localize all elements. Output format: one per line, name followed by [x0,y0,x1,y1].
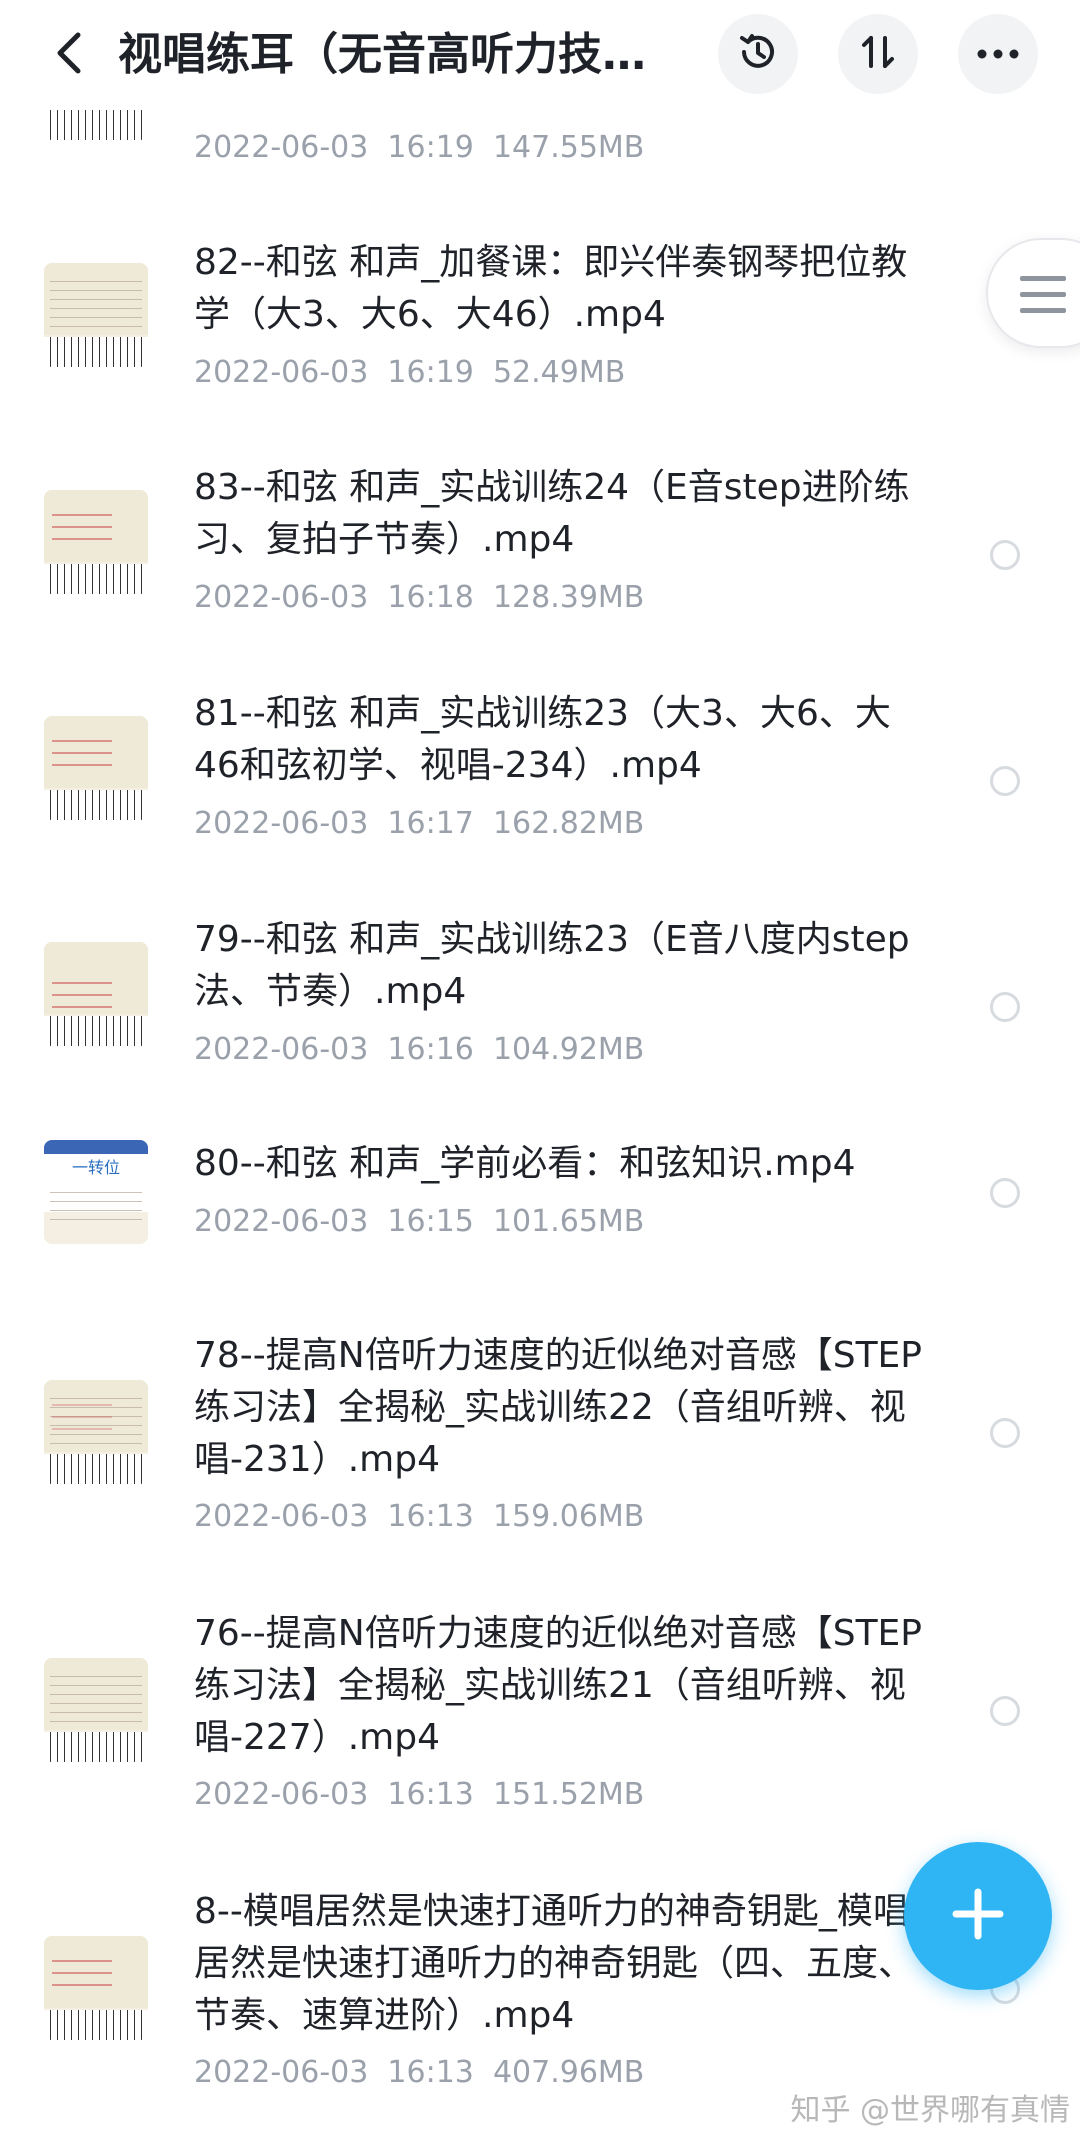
list-item[interactable]: 81--和弦 和声_实战训练23（大3、大6、大46和弦初学、视唱-234）.m… [0,666,1080,881]
file-meta: 2022-06-03 16:16 104.92MB [194,1032,645,1067]
file-meta: 2022-06-03 16:13 151.52MB [194,1777,645,1812]
sort-button[interactable] [838,14,918,94]
video-thumbnail: 一转位 [44,1140,148,1244]
more-button[interactable] [958,14,1038,94]
add-button[interactable] [904,1842,1052,1990]
file-meta: 2022-06-03 16:13 159.06MB [194,1499,645,1534]
top-bar: 视唱练耳（无音高听力技… [0,0,1080,110]
file-meta: 2022-06-03 16:19 147.55MB [194,130,645,165]
video-thumbnail [44,716,148,820]
more-icon [976,45,1020,64]
select-radio[interactable] [990,1178,1020,1208]
file-meta: 2022-06-03 16:19 52.49MB [194,355,626,390]
list-item[interactable]: 79--和弦 和声_实战训练23（E音八度内step法、节奏）.mp4 2022… [0,892,1080,1107]
sort-icon [858,32,898,76]
file-name: 8--模唱居然是快速打通听力的神奇钥匙_模唱居然是快速打通听力的神奇钥匙（四、五… [194,1891,915,2036]
file-meta: 2022-06-03 16:13 407.96MB [194,2055,645,2090]
file-name: 76--提高N倍听力速度的近似绝对音感【STEP练习法】全揭秘_实战训练21（音… [194,1613,923,1758]
file-name: 83--和弦 和声_实战训练24（E音step进阶练习、复拍子节奏）.mp4 [194,467,910,560]
video-thumbnail [44,1658,148,1762]
file-name: 79--和弦 和声_实战训练23（E音八度内step法、节奏）.mp4 [194,919,910,1012]
video-thumbnail [44,1936,148,2040]
thumbnail-label: 一转位 [71,1158,120,1177]
file-name: 78--提高N倍听力速度的近似绝对音感【STEP练习法】全揭秘_实战训练22（音… [194,1335,923,1480]
file-meta: 2022-06-03 16:15 101.65MB [194,1204,645,1239]
file-meta: 2022-06-03 16:17 162.82MB [194,806,645,841]
select-radio[interactable] [990,1418,1020,1448]
list-item[interactable]: 78--提高N倍听力速度的近似绝对音感【STEP练习法】全揭秘_实战训练22（音… [0,1310,1080,1580]
file-name: 81--和弦 和声_实战训练23（大3、大6、大46和弦初学、视唱-234）.m… [194,693,891,786]
file-meta: 2022-06-03 16:18 128.39MB [194,580,645,615]
video-thumbnail [44,1380,148,1484]
select-radio[interactable] [990,992,1020,1022]
chevron-left-icon [54,31,82,79]
file-list: 2022-06-03 16:19 147.55MB 82--和弦 和声_加餐课：… [0,0,1080,2153]
video-thumbnail [44,490,148,594]
select-radio[interactable] [990,766,1020,796]
file-name: 82--和弦 和声_加餐课：即兴伴奏钢琴把位教学（大3、大6、大46）.mp4 [194,242,908,335]
history-icon [736,30,780,78]
select-radio[interactable] [990,1696,1020,1726]
page-title: 视唱练耳（无音高听力技… [118,29,646,80]
select-radio[interactable] [990,540,1020,570]
plus-icon [948,1884,1008,1948]
back-button[interactable] [38,22,98,88]
video-thumbnail [44,942,148,1046]
list-item[interactable]: 82--和弦 和声_加餐课：即兴伴奏钢琴把位教学（大3、大6、大46）.mp4 … [0,215,1080,430]
video-thumbnail [44,263,148,367]
list-item[interactable]: 76--提高N倍听力速度的近似绝对音感【STEP练习法】全揭秘_实战训练21（音… [0,1588,1080,1858]
watermark: 知乎 @世界哪有真情 [790,2093,1070,2128]
list-item[interactable]: 83--和弦 和声_实战训练24（E音step进阶练习、复拍子节奏）.mp4 2… [0,440,1080,655]
history-button[interactable] [718,14,798,94]
list-item[interactable]: 一转位 80--和弦 和声_学前必看：和弦知识.mp4 2022-06-03 1… [0,1118,1080,1293]
file-name: 80--和弦 和声_学前必看：和弦知识.mp4 [194,1143,856,1184]
